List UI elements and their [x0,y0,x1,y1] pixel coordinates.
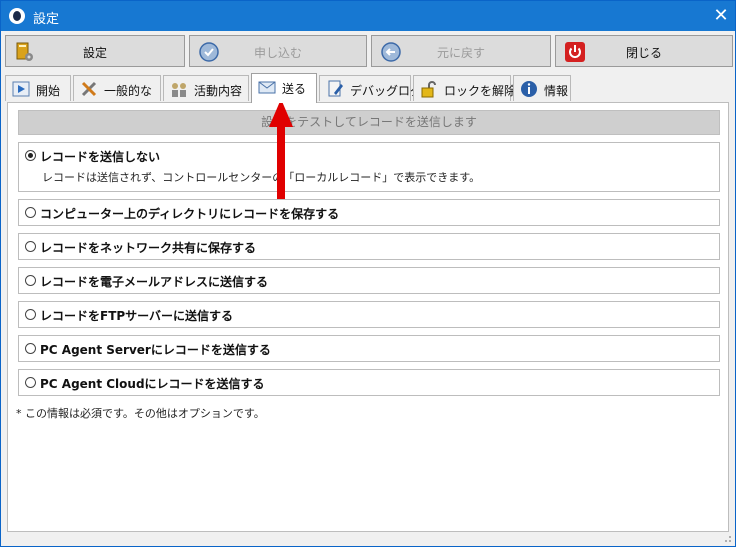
settings-window: 設定 ✕ 設定 申し込む 元に戻す 閉じる 開始 一般的な 活動内容 送る デバ… [0,0,736,547]
option-label: PC Agent Serverにレコードを送信する [40,343,271,357]
tab-unlock[interactable]: ロックを解除 [413,75,516,101]
test-send-button[interactable]: 設定をテストしてレコードを送信します [18,110,720,135]
radio-button[interactable] [25,309,36,320]
tab-info[interactable]: 情報 [513,75,571,101]
annotation-arrow [269,99,293,199]
tab-general-label: 一般的な [104,84,153,98]
option-save-directory[interactable]: コンピューター上のディレクトリにレコードを保存する [18,199,720,226]
close-button-label: 閉じる [625,46,662,60]
option-label: PC Agent Cloudにレコードを送信する [40,377,265,391]
radio-button[interactable] [25,343,36,354]
option-description: レコードは送信されず、コントロールセンターの「ローカルレコード」で表示できます。 [42,171,481,184]
play-icon [12,81,30,97]
option-do-not-send[interactable]: レコードを送信しない レコードは送信されず、コントロールセンターの「ローカルレコ… [18,142,720,192]
close-button[interactable]: 閉じる [555,35,733,67]
tab-debug-log-label: デバッグログ [350,84,423,98]
radio-button[interactable] [25,207,36,218]
toolbar: 設定 申し込む 元に戻す 閉じる [5,35,733,69]
radio-button[interactable] [25,150,36,161]
tab-send[interactable]: 送る [251,73,317,103]
option-label: レコードを送信しない [40,150,161,164]
radio-button[interactable] [25,377,36,388]
app-icon [9,8,25,24]
revert-button[interactable]: 元に戻す [371,35,551,67]
users-icon [172,83,186,97]
option-network-share[interactable]: レコードをネットワーク共有に保存する [18,233,720,260]
radio-button[interactable] [25,275,36,286]
close-icon[interactable]: ✕ [709,4,733,28]
tab-start[interactable]: 開始 [5,75,71,101]
tab-activity-label: 活動内容 [194,84,243,98]
option-label: レコードをFTPサーバーに送信する [40,309,234,323]
tab-send-label: 送る [282,82,307,96]
apply-button[interactable]: 申し込む [189,35,367,67]
resize-grip-icon[interactable] [722,533,732,543]
debug-log-icon [328,80,343,97]
title-bar[interactable]: 設定 ✕ [1,1,735,31]
tab-debug-log[interactable]: デバッグログ [319,75,422,101]
option-label: レコードをネットワーク共有に保存する [40,241,257,255]
radio-button[interactable] [25,241,36,252]
option-label: レコードを電子メールアドレスに送信する [40,275,269,289]
option-pc-agent-cloud[interactable]: PC Agent Cloudにレコードを送信する [18,369,720,396]
option-label: コンピューター上のディレクトリにレコードを保存する [40,207,340,221]
tab-info-label: 情報 [544,84,569,98]
option-email[interactable]: レコードを電子メールアドレスに送信する [18,267,720,294]
send-panel: 設定をテストしてレコードを送信します レコードを送信しない レコードは送信されず… [7,102,729,532]
tools-icon [81,81,97,97]
tab-unlock-label: ロックを解除 [444,84,517,98]
required-note: * この情報は必須です。その他はオプションです。 [16,407,265,420]
tab-activity[interactable]: 活動内容 [163,75,249,101]
tab-start-label: 開始 [36,84,61,98]
settings-button-label: 設定 [82,46,107,60]
revert-button-label: 元に戻す [436,46,485,60]
settings-button[interactable]: 設定 [5,35,185,67]
send-icon [258,81,276,94]
apply-button-label: 申し込む [253,46,302,60]
window-title: 設定 [33,12,60,27]
tab-general[interactable]: 一般的な [73,75,161,101]
info-icon [521,81,537,97]
option-pc-agent-server[interactable]: PC Agent Serverにレコードを送信する [18,335,720,362]
unlock-icon [421,81,436,98]
tab-bar: 開始 一般的な 活動内容 送る デバッグログ ロックを解除 情報 [5,73,735,103]
option-ftp[interactable]: レコードをFTPサーバーに送信する [18,301,720,328]
